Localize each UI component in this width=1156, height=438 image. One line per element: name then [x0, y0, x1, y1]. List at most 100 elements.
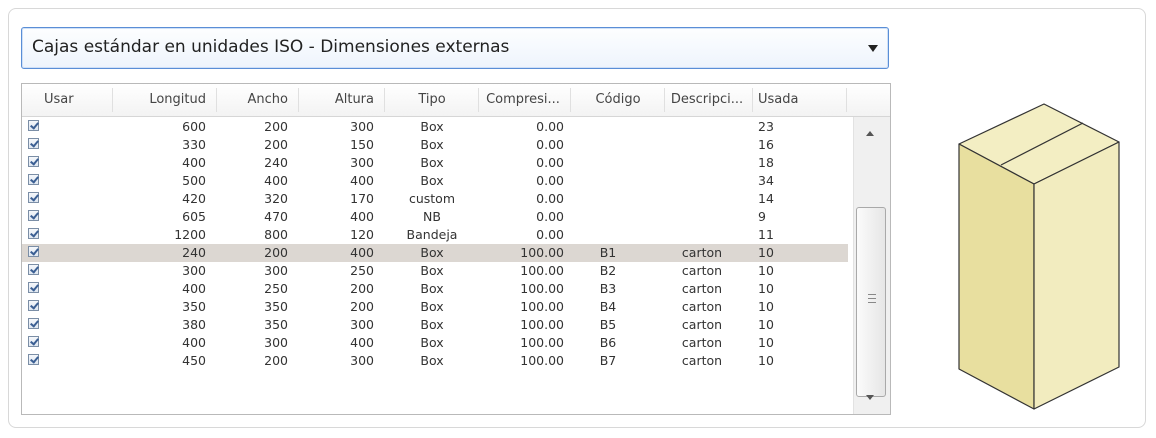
box-3d-preview [949, 99, 1129, 419]
use-checkbox[interactable] [28, 138, 39, 149]
table-row[interactable]: 1200 800 120 Bandeja 0.00 11 [22, 226, 848, 244]
table-row[interactable]: 350 350 200 Box 100.00 B4 carton 10 [22, 298, 848, 316]
cell-usada: 10 [758, 245, 774, 260]
use-checkbox[interactable] [28, 264, 39, 275]
grip-line [868, 298, 876, 299]
cell-tipo: Box [420, 299, 444, 314]
cell-codigo: B7 [599, 353, 617, 368]
scroll-up-arrow-icon[interactable] [866, 131, 874, 136]
column-header-codigo[interactable]: Código [578, 84, 658, 116]
cell-tipo: custom [408, 191, 456, 206]
cell-ancho: 200 [264, 119, 288, 134]
use-checkbox[interactable] [28, 210, 39, 221]
cell-ancho: 470 [264, 209, 288, 224]
cell-altura: 300 [350, 353, 374, 368]
box-selection-panel: Cajas estándar en unidades ISO - Dimensi… [8, 8, 1146, 428]
column-divider[interactable] [570, 88, 571, 112]
cell-usada: 14 [758, 191, 774, 206]
use-checkbox[interactable] [28, 336, 39, 347]
table-row[interactable]: 420 320 170 custom 0.00 14 [22, 190, 848, 208]
table-row[interactable]: 330 200 150 Box 0.00 16 [22, 136, 848, 154]
cell-usada: 11 [758, 227, 774, 242]
column-header-usar[interactable]: Usar [44, 84, 86, 116]
column-divider[interactable] [478, 88, 479, 112]
cell-ancho: 320 [264, 191, 288, 206]
cell-usada: 10 [758, 317, 774, 332]
table-row[interactable]: 400 300 400 Box 100.00 B6 carton 10 [22, 334, 848, 352]
use-checkbox[interactable] [28, 192, 39, 203]
table-row[interactable]: 600 200 300 Box 0.00 23 [22, 118, 848, 136]
column-header-longitud[interactable]: Longitud [126, 84, 206, 116]
use-checkbox[interactable] [28, 246, 39, 257]
vertical-scrollbar[interactable] [853, 117, 890, 414]
cell-altura: 120 [350, 227, 374, 242]
cell-tipo: Box [420, 335, 444, 350]
cell-descripcion: carton [681, 245, 723, 260]
table-row[interactable]: 300 300 250 Box 100.00 B2 carton 10 [22, 262, 848, 280]
cell-ancho: 200 [264, 353, 288, 368]
chevron-down-icon[interactable] [868, 45, 878, 52]
use-checkbox[interactable] [28, 282, 39, 293]
column-header-altura[interactable]: Altura [304, 84, 374, 116]
use-checkbox[interactable] [28, 120, 39, 131]
cell-compresion: 100.00 [520, 335, 564, 350]
cell-altura: 400 [350, 335, 374, 350]
cell-longitud: 600 [182, 119, 206, 134]
cell-descripcion: carton [681, 299, 723, 314]
cell-ancho: 200 [264, 245, 288, 260]
cell-ancho: 350 [264, 317, 288, 332]
cell-codigo [578, 226, 638, 244]
cell-descripcion: carton [681, 263, 723, 278]
cell-compresion: 100.00 [520, 263, 564, 278]
cell-usada: 10 [758, 263, 774, 278]
column-header-usada[interactable]: Usada [758, 84, 818, 116]
column-divider[interactable] [298, 88, 299, 112]
column-divider[interactable] [216, 88, 217, 112]
use-checkbox[interactable] [28, 228, 39, 239]
table-header: Usar Longitud Ancho Altura Tipo Compresi… [22, 84, 890, 117]
use-checkbox[interactable] [28, 354, 39, 365]
column-divider[interactable] [664, 88, 665, 112]
column-divider[interactable] [112, 88, 113, 112]
column-header-descripcion[interactable]: Descripci... [668, 84, 746, 116]
column-divider[interactable] [752, 88, 753, 112]
cell-altura: 250 [350, 263, 374, 278]
table-row[interactable]: 380 350 300 Box 100.00 B5 carton 10 [22, 316, 848, 334]
cell-usada: 9 [758, 209, 766, 224]
use-checkbox[interactable] [28, 318, 39, 329]
cell-altura: 300 [350, 317, 374, 332]
table-row[interactable]: 400 240 300 Box 0.00 18 [22, 154, 848, 172]
cell-compresion: 0.00 [536, 173, 564, 188]
table-row[interactable]: 240 200 400 Box 100.00 B1 carton 10 [22, 244, 848, 262]
cell-descripcion: carton [681, 335, 723, 350]
cell-descripcion [662, 136, 742, 154]
cell-descripcion [662, 226, 742, 244]
scroll-down-arrow-icon[interactable] [866, 395, 874, 400]
cell-compresion: 100.00 [520, 317, 564, 332]
grip-line [868, 294, 876, 295]
cell-altura: 200 [350, 299, 374, 314]
box-catalog-dropdown[interactable]: Cajas estándar en unidades ISO - Dimensi… [21, 27, 889, 69]
column-divider[interactable] [384, 88, 385, 112]
cell-tipo: Box [420, 173, 444, 188]
table-row[interactable]: 400 250 200 Box 100.00 B3 carton 10 [22, 280, 848, 298]
scrollbar-thumb[interactable] [856, 207, 886, 397]
cell-compresion: 100.00 [520, 299, 564, 314]
use-checkbox[interactable] [28, 300, 39, 311]
cell-codigo: B1 [599, 245, 617, 260]
column-header-compresion[interactable]: Compresi... [482, 84, 564, 116]
cell-codigo: B6 [599, 335, 617, 350]
cell-altura: 400 [350, 209, 374, 224]
cell-usada: 10 [758, 353, 774, 368]
cell-tipo: Box [420, 119, 444, 134]
table-row[interactable]: 500 400 400 Box 0.00 34 [22, 172, 848, 190]
column-header-ancho[interactable]: Ancho [222, 84, 288, 116]
cell-altura: 200 [350, 281, 374, 296]
cell-compresion: 100.00 [520, 353, 564, 368]
use-checkbox[interactable] [28, 174, 39, 185]
table-row[interactable]: 450 200 300 Box 100.00 B7 carton 10 [22, 352, 848, 370]
box-preview-icon [958, 103, 1120, 410]
column-header-tipo[interactable]: Tipo [392, 84, 472, 116]
use-checkbox[interactable] [28, 156, 39, 167]
table-row[interactable]: 605 470 400 NB 0.00 9 [22, 208, 848, 226]
